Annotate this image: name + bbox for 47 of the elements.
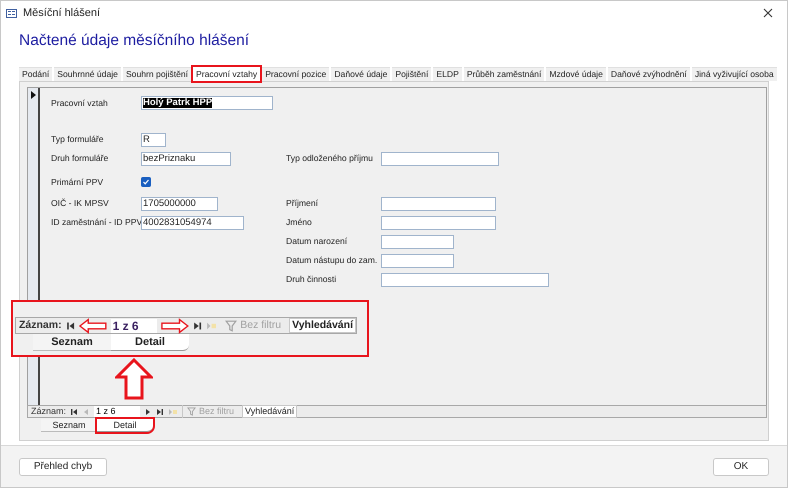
close-icon[interactable]	[763, 8, 773, 18]
subform-tab[interactable]: Detail	[97, 419, 153, 432]
subform-tab[interactable]: Seznam	[41, 419, 97, 432]
text-field[interactable]: R	[141, 132, 166, 146]
tab[interactable]: Průběh zaměstnání	[464, 67, 544, 81]
field-label: OIČ - IK MPSV	[51, 197, 110, 210]
text-field[interactable]	[381, 234, 454, 248]
text-field[interactable]: Holý Patrk HPP	[141, 96, 273, 110]
field-label: Druh formuláře	[51, 152, 110, 165]
field-label: Datum narození	[286, 235, 348, 248]
field-label: Typ formuláře	[51, 133, 105, 146]
tab[interactable]: Pracovní vztahy	[193, 67, 260, 81]
text-field[interactable]: 4002831054974	[141, 216, 244, 230]
tab[interactable]: Jiná vyživující osoba	[692, 67, 777, 81]
error-overview-button[interactable]: Přehled chyb	[19, 458, 107, 476]
record-selector-icon	[30, 91, 36, 99]
subform-tab[interactable]: Seznam	[33, 334, 111, 351]
text-field[interactable]	[381, 152, 499, 166]
window-title: Měsíční hlášení	[23, 6, 100, 21]
field-label: Pracovní vztah	[51, 96, 109, 110]
field-label: Jméno	[286, 216, 313, 229]
subform-tab[interactable]: Detail	[111, 334, 189, 351]
checkbox[interactable]	[141, 176, 151, 187]
field-label: Typ odloženého příjmu	[286, 152, 374, 165]
text-field[interactable]	[381, 216, 496, 230]
tab[interactable]: Souhrnné údaje	[54, 67, 121, 81]
text-field[interactable]	[381, 196, 496, 210]
field-label: Primární PPV	[51, 176, 104, 188]
tab[interactable]: Podání	[19, 67, 52, 81]
tab[interactable]: Pojištění	[392, 67, 432, 81]
form-icon	[6, 8, 17, 18]
tab[interactable]: ELDP	[433, 67, 462, 81]
tab[interactable]: Daňové údaje	[331, 67, 390, 81]
form-heading: Načtené údaje měsíčního hlášení	[19, 32, 250, 49]
text-field[interactable]	[381, 254, 454, 268]
field-label: ID zaměstnání - ID PPV	[51, 216, 141, 229]
tab[interactable]: Souhrn pojištění	[122, 67, 192, 81]
tab[interactable]: Pracovní pozice	[262, 67, 330, 81]
text-field[interactable]: bezPriznaku	[141, 152, 231, 166]
text-field[interactable]: 1705000000	[141, 196, 218, 210]
ok-button[interactable]: OK	[713, 458, 769, 476]
field-label: Příjmení	[286, 197, 319, 210]
tab[interactable]: Mzdové údaje	[546, 67, 606, 81]
text-field[interactable]	[381, 272, 549, 286]
field-label: Druh činnosti	[286, 273, 338, 286]
field-label: Datum nástupu do zam.	[286, 254, 378, 267]
tab[interactable]: Daňové zvýhodnění	[608, 67, 690, 81]
